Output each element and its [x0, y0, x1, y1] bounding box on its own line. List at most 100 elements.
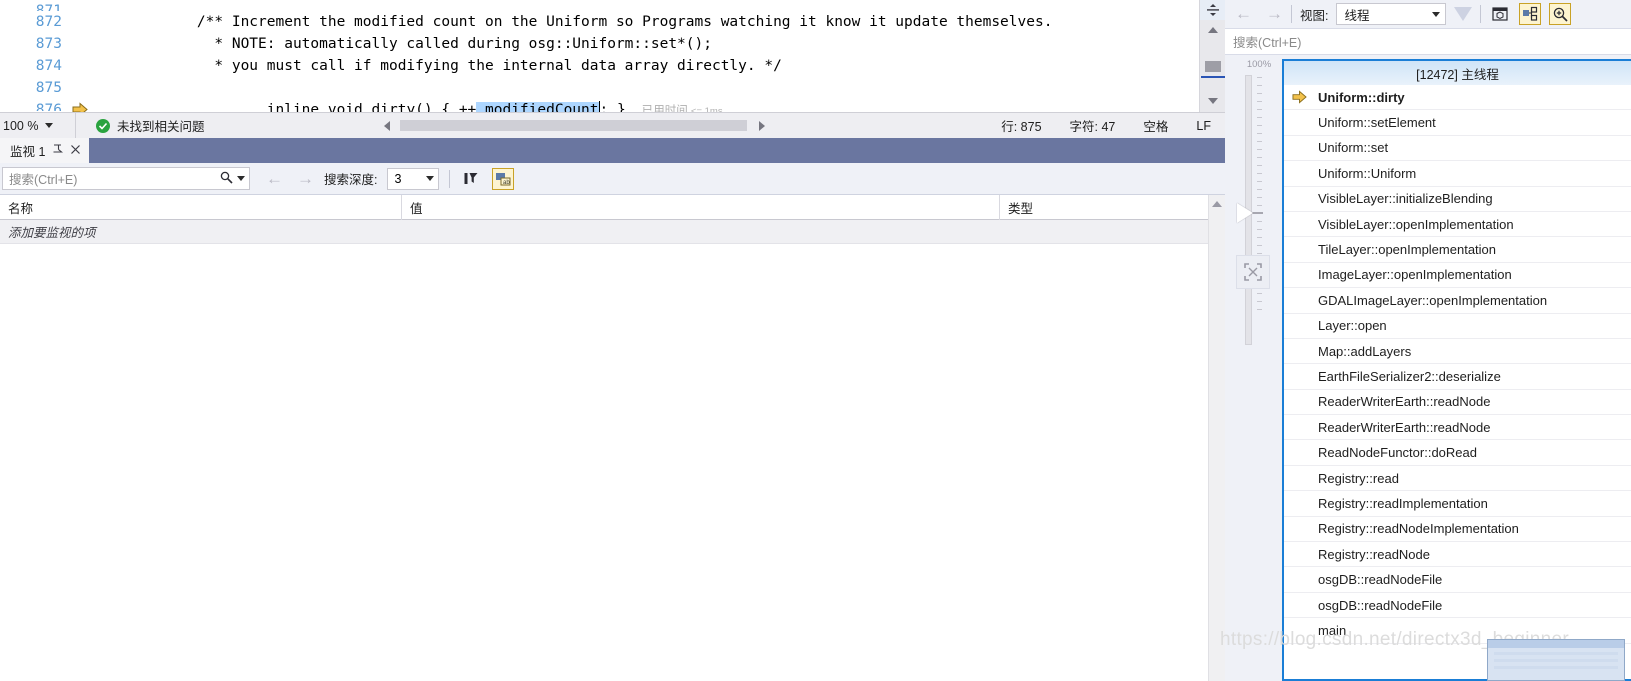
stack-search-placeholder: 搜索(Ctrl+E)	[1233, 36, 1302, 50]
code-line-874[interactable]: 874 * you must call if modifying the int…	[0, 55, 1199, 77]
call-stack-frame-label: osgDB::readNodeFile	[1318, 572, 1443, 588]
parallel-stacks-panel: ← → 视图: 线程 搜索(Ctrl+E) 100% [12472] 主线程 U…	[1220, 0, 1631, 681]
call-stack-frame[interactable]: Uniform::Uniform	[1284, 161, 1631, 187]
line-number: 872	[35, 14, 62, 30]
column-header-name[interactable]: 名称	[0, 195, 402, 220]
code-line-871[interactable]: 871	[0, 0, 1199, 11]
hex-display-toggle-button[interactable]: ab	[492, 167, 515, 190]
call-stack-frame[interactable]: Layer::open	[1284, 314, 1631, 339]
call-stack-frame[interactable]: ImageLayer::openImplementation	[1284, 263, 1631, 289]
thread-stack-box[interactable]: [12472] 主线程 Uniform::dirtyUniform::setEl…	[1282, 59, 1631, 681]
call-stack-frame[interactable]: Uniform::setElement	[1284, 110, 1631, 136]
thread-title: [12472] 主线程	[1284, 61, 1631, 85]
call-stack-frame-label: ReaderWriterEarth::readNode	[1318, 419, 1491, 435]
call-stack-frame[interactable]: Registry::readNode	[1284, 542, 1631, 568]
call-stack-frame[interactable]: ReaderWriterEarth::readNode	[1284, 390, 1631, 416]
call-stack-frame[interactable]: Registry::read	[1284, 466, 1631, 492]
status-bar-right-group: 行: 875 字符: 47 空格 LF	[987, 116, 1225, 135]
code-line-876[interactable]: 876	[0, 99, 1199, 111]
split-view-handle[interactable]	[1200, 0, 1226, 20]
call-stack-frame[interactable]: ReadNodeFunctor::doRead	[1284, 440, 1631, 466]
filter-icon[interactable]	[1454, 7, 1473, 21]
call-stack-frame[interactable]: VisibleLayer::initializeBlending	[1284, 187, 1631, 212]
column-header-type[interactable]: 类型	[1000, 195, 1225, 220]
call-stack-frame[interactable]: VisibleLayer::openImplementation	[1284, 212, 1631, 238]
code-text: * NOTE: automatically called during osg:…	[162, 36, 712, 52]
call-stack-frame[interactable]: Registry::readNodeImplementation	[1284, 517, 1631, 543]
line-number: 876	[35, 102, 62, 111]
call-stack-frame-label: TileLayer::openImplementation	[1318, 242, 1497, 258]
caret-line-indicator: 行: 875	[1001, 120, 1042, 134]
call-stack-frame-label: Uniform::dirty	[1318, 89, 1405, 105]
scrollbar-thumb[interactable]	[1205, 61, 1221, 72]
column-header-value[interactable]: 值	[402, 195, 1000, 220]
view-mode-select[interactable]: 线程	[1336, 3, 1447, 25]
call-stack-frame-label: Registry::readNode	[1318, 546, 1430, 562]
call-stack-frame-label: Registry::readNodeImplementation	[1318, 521, 1519, 537]
call-stack-frame[interactable]: Uniform::set	[1284, 136, 1631, 162]
call-stack-frame-label: ImageLayer::openImplementation	[1318, 267, 1512, 283]
zoom-to-fit-button[interactable]	[1236, 255, 1270, 289]
watch-vertical-scrollbar[interactable]	[1208, 195, 1225, 681]
filter-columns-button[interactable]	[460, 168, 482, 190]
zoom-slider-ticks	[1257, 77, 1263, 343]
tab-watch-1[interactable]: 监视 1	[0, 138, 90, 163]
call-stack-frame[interactable]: ReaderWriterEarth::readNode	[1284, 415, 1631, 441]
call-stack-frame[interactable]: TileLayer::openImplementation	[1284, 237, 1631, 263]
search-next-icon[interactable]: →	[297, 169, 314, 189]
call-stack-frame-label: EarthFileSerializer2::deserialize	[1318, 368, 1501, 384]
zoom-level-value: 100 %	[3, 118, 39, 133]
watch-search-input[interactable]: 搜索(Ctrl+E)	[2, 167, 250, 190]
call-stack-frame[interactable]: Uniform::dirty	[1284, 85, 1631, 111]
call-stack-frame-label: Map::addLayers	[1318, 343, 1412, 359]
editor-vertical-scrollbar[interactable]	[1199, 0, 1226, 112]
line-ending-indicator[interactable]: LF	[1182, 119, 1225, 133]
editor-horizontal-scrollbar[interactable]	[376, 113, 987, 138]
search-icon[interactable]	[220, 171, 233, 187]
call-stack-frame-label: Uniform::set	[1318, 140, 1389, 156]
search-depth-label: 搜索深度:	[324, 173, 378, 187]
zoom-to-thread-button[interactable]	[1549, 3, 1572, 25]
search-options-chevron-icon[interactable]	[237, 176, 245, 181]
watch-add-item-row[interactable]: 添加要监视的项	[0, 220, 1225, 244]
watch-scroll-up-button[interactable]	[1209, 195, 1225, 212]
code-line-873[interactable]: 873 * NOTE: automatically called during …	[0, 33, 1199, 55]
hscroll-thumb[interactable]	[400, 120, 748, 131]
view-label: 视图:	[1300, 8, 1329, 23]
code-editor[interactable]: 871 872 /** Increment the modified count…	[0, 0, 1199, 112]
search-depth-select[interactable]: 3	[387, 167, 440, 190]
stack-search-input[interactable]: 搜索(Ctrl+E)	[1225, 29, 1631, 55]
back-icon[interactable]: ←	[1235, 4, 1252, 24]
view-mode-value: 线程	[1344, 8, 1370, 23]
parallel-stacks-canvas[interactable]: 100% [12472] 主线程 Uniform::dirty Uniform::…	[1220, 55, 1631, 681]
call-stack-frame[interactable]: Registry::readImplementation	[1284, 491, 1631, 517]
call-stack-frame[interactable]: Map::addLayers	[1284, 339, 1631, 365]
scroll-down-button[interactable]	[1200, 92, 1226, 109]
hscroll-right-arrow-icon[interactable]	[759, 120, 766, 131]
code-line-872[interactable]: 872 /** Increment the modified count on …	[0, 11, 1199, 33]
hscroll-left-arrow-icon[interactable]	[384, 120, 390, 131]
pin-icon[interactable]	[52, 144, 64, 157]
line-number: 875	[35, 80, 62, 96]
watch-search-placeholder: 搜索(Ctrl+E)	[9, 173, 78, 187]
search-depth-value: 3	[394, 171, 402, 186]
toggle-method-view-button[interactable]	[1519, 3, 1542, 25]
indentation-indicator[interactable]: 空格	[1129, 116, 1182, 135]
call-stack-frame[interactable]: osgDB::readNodeFile	[1284, 593, 1631, 619]
scroll-up-button[interactable]	[1200, 21, 1226, 38]
call-stack-frame-label: osgDB::readNodeFile	[1318, 597, 1443, 613]
call-stack-frame[interactable]: GDALImageLayer::openImplementation	[1284, 288, 1631, 314]
call-stack-frame-label: ReaderWriterEarth::readNode	[1318, 394, 1491, 410]
call-stack-frame[interactable]: osgDB::readNodeFile	[1284, 567, 1631, 593]
overview-thumbnail[interactable]	[1487, 639, 1625, 681]
code-line-875-current[interactable]: 875 inline void dirty() { ++_modifiedCou…	[0, 77, 1199, 112]
zoom-level-dropdown[interactable]: 100 %	[0, 113, 76, 138]
forward-icon[interactable]: →	[1266, 4, 1283, 24]
call-stack-frame-label: GDALImageLayer::openImplementation	[1318, 292, 1548, 308]
call-stack-frame[interactable]: EarthFileSerializer2::deserialize	[1284, 364, 1631, 390]
show-external-code-button[interactable]	[1489, 3, 1511, 25]
close-icon[interactable]	[70, 144, 81, 157]
issue-status[interactable]: 未找到相关问题	[76, 116, 376, 135]
zoom-slider-thumb[interactable]	[1237, 203, 1253, 223]
search-previous-icon[interactable]: ←	[266, 169, 283, 189]
